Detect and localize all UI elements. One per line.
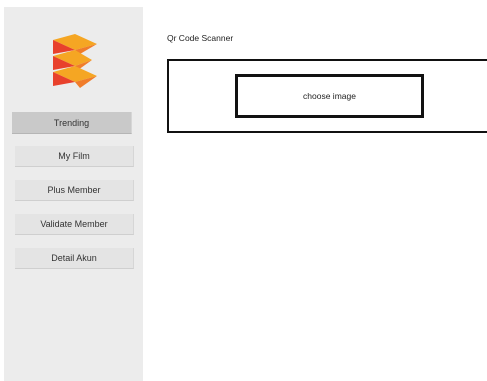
app-window: Trending My Film Plus Member Validate Me…: [0, 0, 487, 381]
sidebar-item-my-film[interactable]: My Film: [15, 146, 134, 167]
sidebar: Trending My Film Plus Member Validate Me…: [4, 7, 143, 381]
sidebar-item-plus-member[interactable]: Plus Member: [15, 180, 134, 201]
sidebar-item-validate-member[interactable]: Validate Member: [15, 214, 134, 235]
page-title: Qr Code Scanner: [167, 33, 234, 43]
sidebar-item-trending[interactable]: Trending: [12, 112, 132, 134]
choose-image-button[interactable]: choose image: [235, 74, 424, 118]
layered-hexagon-logo-icon: [50, 34, 100, 90]
sidebar-item-detail-akun[interactable]: Detail Akun: [15, 248, 134, 269]
